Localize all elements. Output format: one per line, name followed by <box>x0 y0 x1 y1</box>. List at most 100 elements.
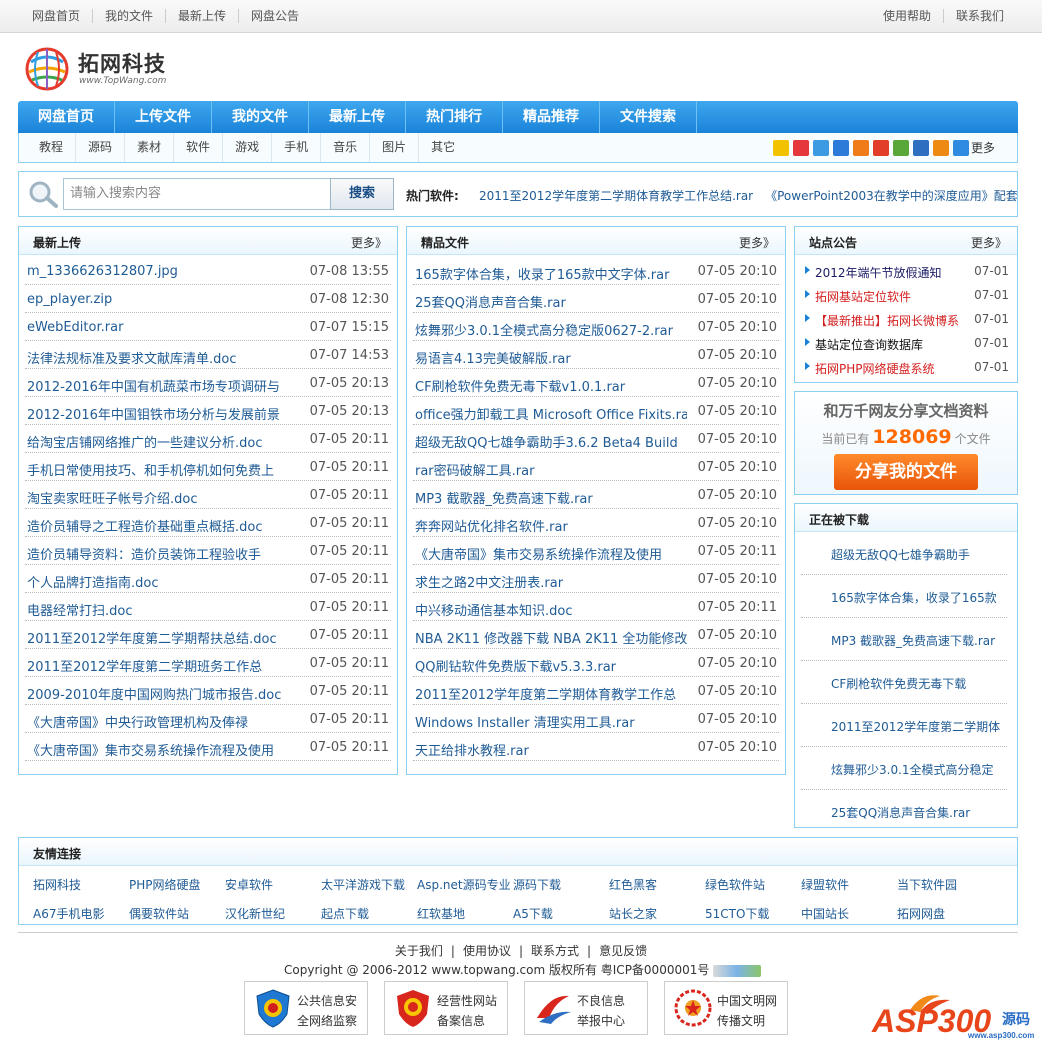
search-button[interactable]: 搜索 <box>330 178 394 210</box>
friend-link[interactable]: 绿盟软件 <box>801 876 849 893</box>
file-name-link[interactable]: 《大唐帝国》集市交易系统操作流程及使用 <box>27 740 299 759</box>
file-name-link[interactable]: 中兴移动通信基本知识.doc <box>415 600 687 619</box>
more-link[interactable]: 更多》 <box>739 234 775 251</box>
baidu-share-icon[interactable] <box>912 139 929 156</box>
notice-link[interactable]: 拓网基站定位软件 <box>815 288 911 305</box>
file-name-link[interactable]: 奔奔网站优化排名软件.rar <box>415 516 687 535</box>
file-name-link[interactable]: 法律法规标准及要求文献库清单.doc <box>27 348 299 367</box>
notice-link[interactable]: 拓网PHP网络硬盘系统 <box>815 360 935 377</box>
badge-business-record[interactable]: 经营性网站 备案信息 <box>384 981 508 1035</box>
badge-civilization[interactable]: 中国文明网 传播文明 <box>664 981 788 1035</box>
category-link[interactable]: 教程 <box>27 133 77 162</box>
friend-link[interactable]: 源码下载 <box>513 876 561 893</box>
friend-link[interactable]: Asp.net源码专业 <box>417 876 511 893</box>
download-link[interactable]: 25套QQ消息声音合集.rar <box>831 804 970 821</box>
renren-share-icon[interactable] <box>832 139 849 156</box>
file-name-link[interactable]: 电器经常打扫.doc <box>27 600 299 619</box>
friend-link[interactable]: A5下载 <box>513 905 553 922</box>
nav-latest[interactable]: 最新上传 <box>309 101 406 133</box>
nav-hot[interactable]: 热门排行 <box>406 101 503 133</box>
top-link-contact[interactable]: 联系我们 <box>944 9 1016 23</box>
nav-home[interactable]: 网盘首页 <box>18 101 115 133</box>
weibo-share-icon[interactable] <box>792 139 809 156</box>
nav-my-files[interactable]: 我的文件 <box>212 101 309 133</box>
file-name-link[interactable]: 2011至2012学年度第二学期体育教学工作总 <box>415 684 687 703</box>
download-link[interactable]: 炫舞邪少3.0.1全模式高分稳定 <box>831 761 994 778</box>
file-name-link[interactable]: 《大唐帝国》集市交易系统操作流程及使用 <box>415 544 687 563</box>
file-name-link[interactable]: MP3 截歌器_免费高速下载.rar <box>415 488 687 507</box>
download-link[interactable]: MP3 截歌器_免费高速下载.rar <box>831 632 995 649</box>
file-name-link[interactable]: eWebEditor.rar <box>27 320 299 335</box>
friend-link[interactable]: 51CTO下载 <box>705 905 769 922</box>
file-name-link[interactable]: ep_player.zip <box>27 292 299 307</box>
hot-software-link[interactable]: 《PowerPoint2003在教学中的深度应用》配套文件 <box>765 189 1017 203</box>
nav-search[interactable]: 文件搜索 <box>600 101 697 133</box>
top-link-latest[interactable]: 最新上传 <box>166 9 240 23</box>
file-name-link[interactable]: 炫舞邪少3.0.1全模式高分稳定版0627-2.rar <box>415 320 687 339</box>
file-name-link[interactable]: 2012-2016年中国有机蔬菜市场专项调研与 <box>27 376 299 395</box>
cnzz-badge-icon[interactable] <box>713 964 762 977</box>
douban-share-icon[interactable] <box>892 139 909 156</box>
top-link-notice[interactable]: 网盘公告 <box>239 9 311 23</box>
friend-link[interactable]: 中国站长 <box>801 905 849 922</box>
notice-link[interactable]: 基站定位查询数据库 <box>815 336 923 353</box>
nav-upload[interactable]: 上传文件 <box>115 101 212 133</box>
notice-link[interactable]: 【最新推出】拓网长微博系 <box>815 312 959 329</box>
friend-link[interactable]: PHP网络硬盘 <box>129 876 201 893</box>
file-name-link[interactable]: 超级无敌QQ七雄争霸助手3.6.2 Beta4 Build <box>415 432 687 451</box>
category-link[interactable]: 图片 <box>370 133 420 162</box>
file-name-link[interactable]: 2009-2010年度中国网购热门城市报告.doc <box>27 684 299 703</box>
friend-link[interactable]: 安卓软件 <box>225 876 273 893</box>
file-name-link[interactable]: 2012-2016年中国钼铁市场分析与发展前景 <box>27 404 299 423</box>
footer-link-terms[interactable]: 使用协议 <box>459 944 515 958</box>
badge-report-center[interactable]: 不良信息 举报中心 <box>524 981 648 1035</box>
file-name-link[interactable]: 淘宝卖家旺旺子帐号介绍.doc <box>27 488 299 507</box>
footer-link-feedback[interactable]: 意见反馈 <box>595 944 651 958</box>
share-my-files-button[interactable]: 分享我的文件 <box>834 454 978 490</box>
search-input[interactable]: 请输入搜索内容 <box>63 178 331 210</box>
site-logo[interactable]: 拓网科技 www.TopWang.com <box>22 42 182 94</box>
file-name-link[interactable]: 《大唐帝国》中央行政管理机构及俸禄 <box>27 712 299 731</box>
file-name-link[interactable]: 2011至2012学年度第二学期帮扶总结.doc <box>27 628 299 647</box>
file-name-link[interactable]: 165款字体合集，收录了165款中文字体.rar <box>415 264 687 283</box>
friend-link[interactable]: 绿色软件站 <box>705 876 765 893</box>
top-link-my-files[interactable]: 我的文件 <box>93 9 167 23</box>
friend-link[interactable]: 红软基地 <box>417 905 465 922</box>
file-name-link[interactable]: 造价员辅导之工程造价基础重点概括.doc <box>27 516 299 535</box>
file-name-link[interactable]: 天正给排水教程.rar <box>415 740 687 759</box>
file-name-link[interactable]: 给淘宝店铺网络推广的一些建议分析.doc <box>27 432 299 451</box>
file-name-link[interactable]: rar密码破解工具.rar <box>415 460 687 479</box>
friend-link[interactable]: 拓网科技 <box>33 876 81 893</box>
file-name-link[interactable]: 2011至2012学年度第二学期班务工作总 <box>27 656 299 675</box>
file-name-link[interactable]: 求生之路2中文注册表.rar <box>415 572 687 591</box>
file-name-link[interactable]: 个人品牌打造指南.doc <box>27 572 299 591</box>
category-link[interactable]: 游戏 <box>223 133 273 162</box>
badge-network-police[interactable]: 公共信息安 全网络监察 <box>244 981 368 1035</box>
file-name-link[interactable]: QQ刷钻软件免费版下载v5.3.3.rar <box>415 656 687 675</box>
friend-link[interactable]: 偶要软件站 <box>129 905 189 922</box>
friend-link[interactable]: 汉化新世纪 <box>225 905 285 922</box>
top-link-help[interactable]: 使用帮助 <box>871 9 944 23</box>
kaixin-share-icon[interactable] <box>852 139 869 156</box>
download-link[interactable]: 165款字体合集，收录了165款 <box>831 589 997 606</box>
download-link[interactable]: 超级无敌QQ七雄争霸助手 <box>831 546 970 563</box>
file-name-link[interactable]: m_1336626312807.jpg <box>27 264 299 279</box>
category-link[interactable]: 手机 <box>272 133 322 162</box>
more-link[interactable]: 更多》 <box>351 234 387 251</box>
friend-link[interactable]: 太平洋游戏下载 <box>321 876 405 893</box>
friend-link[interactable]: 站长之家 <box>609 905 657 922</box>
taobao-share-icon[interactable] <box>872 139 889 156</box>
footer-link-about[interactable]: 关于我们 <box>391 944 447 958</box>
friend-link[interactable]: A67手机电影 <box>33 905 104 922</box>
file-name-link[interactable]: 造价员辅导资料：造价员装饰工程验收手 <box>27 544 299 563</box>
category-link[interactable]: 素材 <box>125 133 175 162</box>
download-link[interactable]: 2011至2012学年度第二学期体 <box>831 718 1000 735</box>
top-link-home[interactable]: 网盘首页 <box>20 9 94 23</box>
sohu-share-icon[interactable] <box>932 139 949 156</box>
category-link[interactable]: 软件 <box>174 133 224 162</box>
friend-link[interactable]: 起点下载 <box>321 905 369 922</box>
more-link[interactable]: 更多》 <box>971 234 1007 251</box>
notice-link[interactable]: 2012年端午节放假通知 <box>815 264 942 281</box>
netease-share-icon[interactable] <box>952 139 969 156</box>
download-link[interactable]: CF刷枪软件免费无毒下载 <box>831 675 966 692</box>
